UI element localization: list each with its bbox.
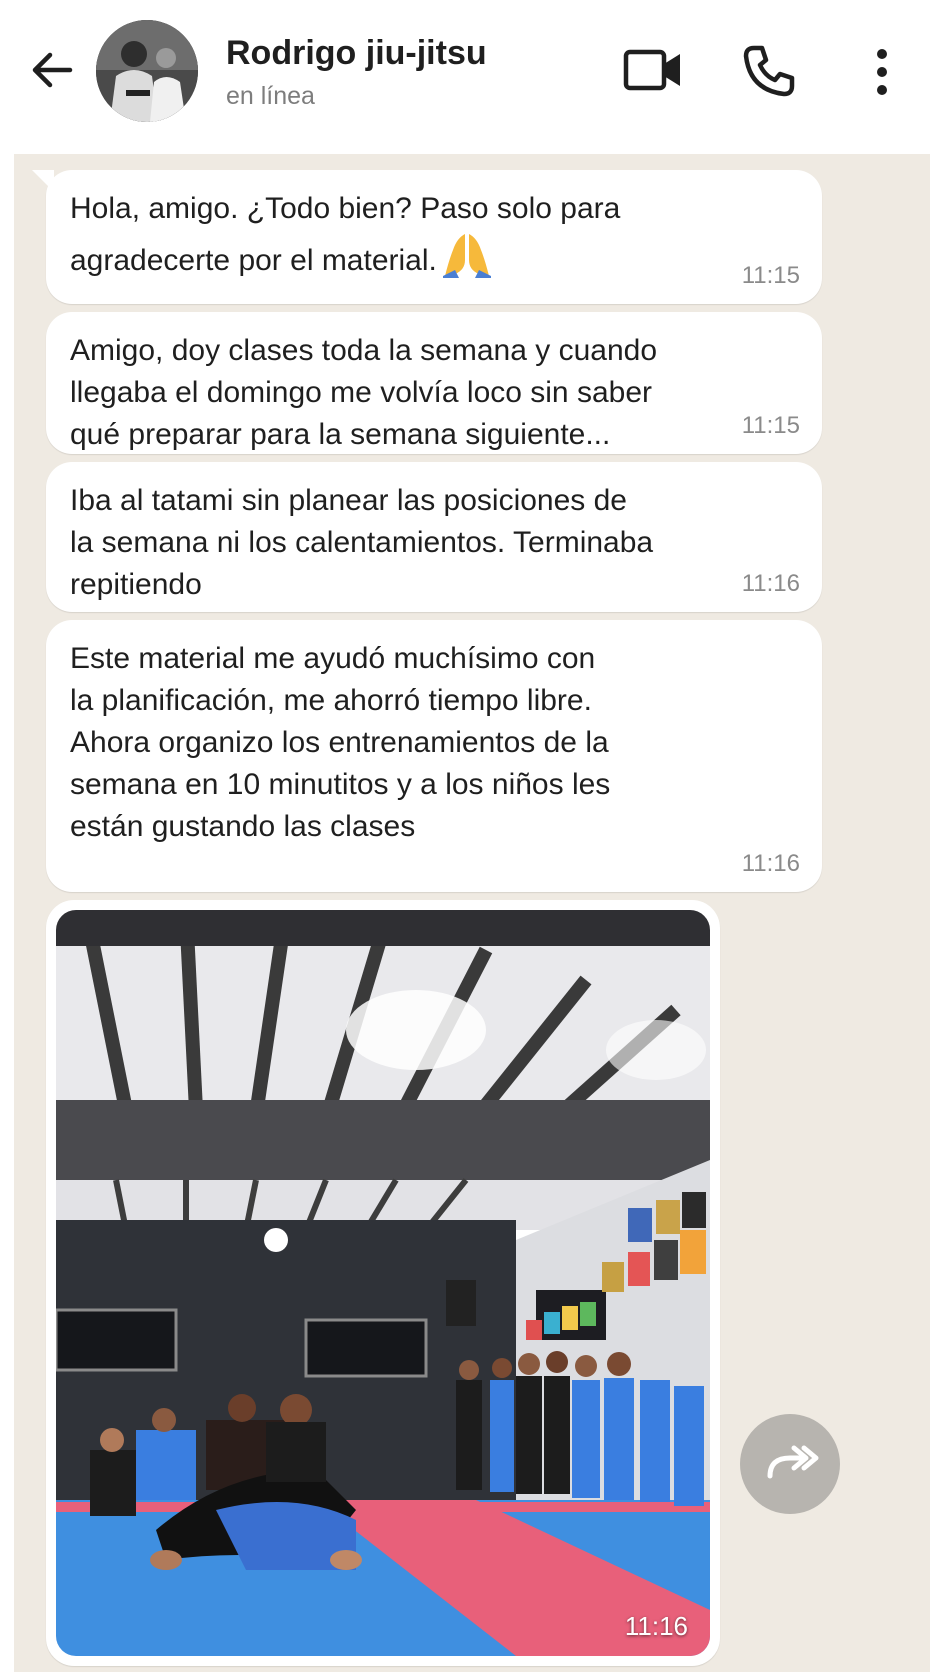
gym-photo[interactable]: 11:16 <box>56 910 710 1656</box>
forward-icon <box>767 1445 819 1479</box>
image-time: 11:16 <box>624 1611 688 1641</box>
image-message-bubble[interactable]: 11:16 <box>46 900 720 1666</box>
message-time: 11:15 <box>741 262 800 289</box>
video-call-icon[interactable] <box>622 42 686 98</box>
phone-icon[interactable] <box>740 42 798 100</box>
message-text: Iba al tatami sin planear las posiciones… <box>70 484 654 601</box>
chat-header: Rodrigo jiu-jitsu en línea <box>0 0 941 152</box>
avatar[interactable] <box>96 20 198 122</box>
more-vert-icon[interactable] <box>862 44 902 100</box>
back-arrow-icon[interactable] <box>26 44 78 96</box>
message-text: Amigo, doy clases toda la semana y cuand… <box>70 334 658 451</box>
contact-name[interactable]: Rodrigo jiu-jitsu <box>226 34 487 73</box>
message-text: Este material me ayudó muchísimo con la … <box>70 642 611 843</box>
message-time: 11:16 <box>741 850 800 877</box>
folded-hands-emoji <box>442 234 491 278</box>
forward-button[interactable] <box>740 1414 840 1514</box>
message-bubble[interactable]: Iba al tatami sin planear las posiciones… <box>46 462 822 612</box>
message-bubble[interactable]: Este material me ayudó muchísimo con la … <box>46 620 822 892</box>
chat-area[interactable]: Hola, amigo. ¿Todo bien? Paso solo para … <box>14 154 930 1672</box>
message-time: 11:16 <box>741 570 800 597</box>
message-bubble[interactable]: Amigo, doy clases toda la semana y cuand… <box>46 312 822 454</box>
contact-status: en línea <box>226 82 315 110</box>
message-text: Hola, amigo. ¿Todo bien? Paso solo para … <box>70 188 798 282</box>
message-text-content: Hola, amigo. ¿Todo bien? Paso solo para … <box>70 192 621 277</box>
message-bubble[interactable]: Hola, amigo. ¿Todo bien? Paso solo para … <box>32 170 822 304</box>
message-time: 11:15 <box>741 412 800 439</box>
